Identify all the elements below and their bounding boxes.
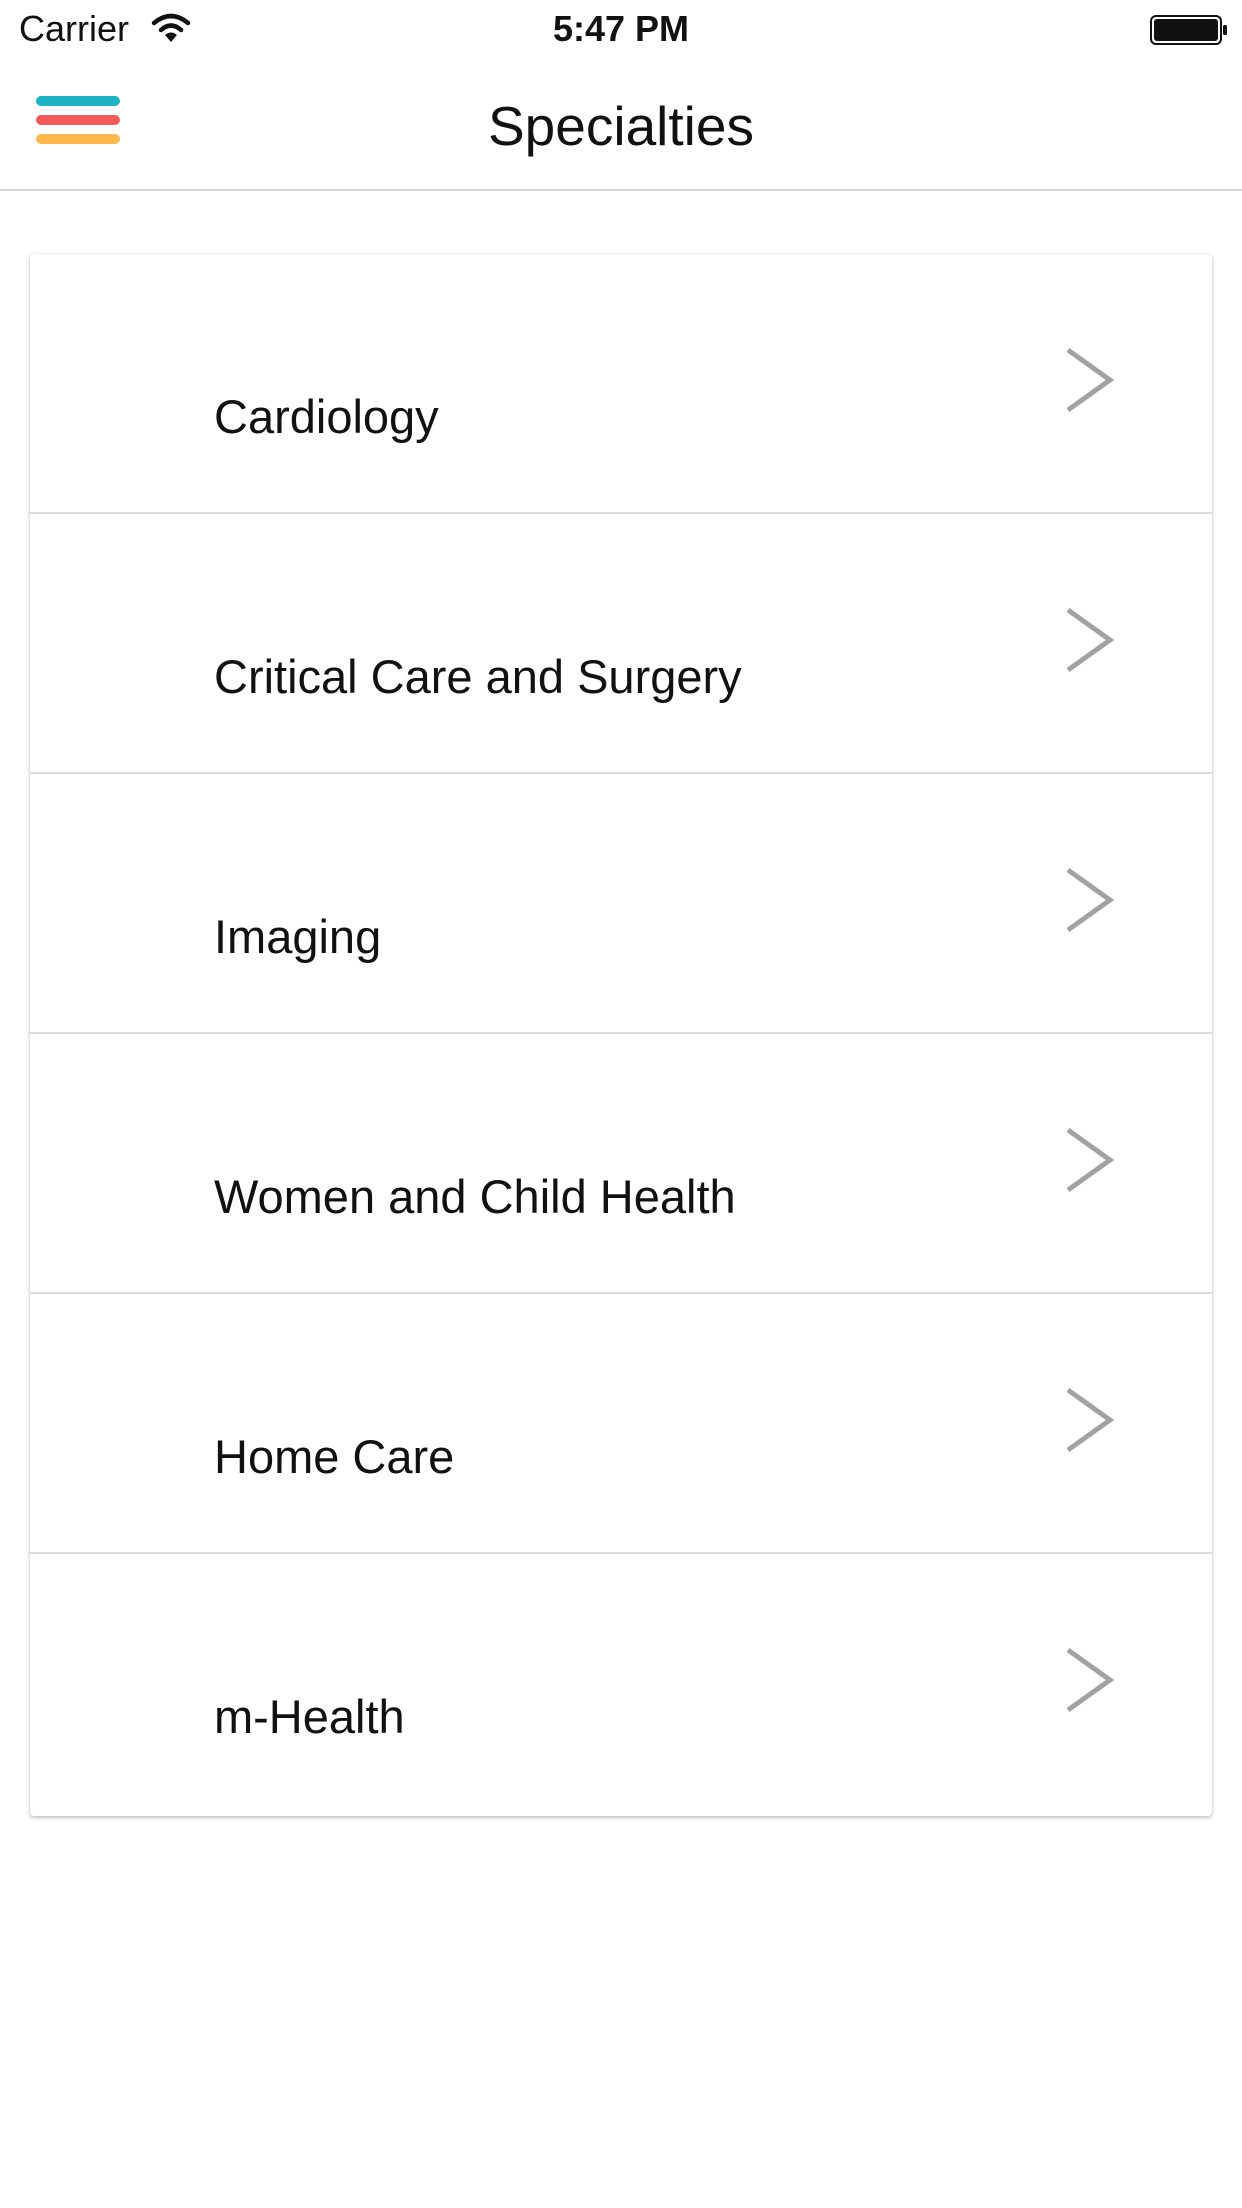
list-item-m-health[interactable]: m-Health [30, 1554, 1212, 1814]
list-item-label: Cardiology [214, 390, 439, 443]
nav-bar: Specialties [0, 62, 1242, 191]
chevron-right-icon [1066, 1387, 1115, 1453]
battery-icon [1150, 15, 1227, 45]
status-bar: Carrier 5:47 PM [0, 0, 1242, 62]
list-item-label: m-Health [214, 1690, 405, 1743]
list-item-critical-care-and-surgery[interactable]: Critical Care and Surgery [30, 514, 1212, 774]
chevron-right-icon [1066, 607, 1115, 673]
chevron-right-icon [1066, 867, 1115, 933]
list-item-label: Home Care [214, 1430, 455, 1483]
list-item-women-and-child-health[interactable]: Women and Child Health [30, 1034, 1212, 1294]
chevron-right-icon [1066, 1647, 1115, 1713]
specialties-list: Cardiology Critical Care and Surgery Ima… [30, 254, 1212, 1816]
list-item-label: Imaging [214, 910, 382, 963]
page-title: Specialties [488, 95, 754, 157]
list-item-imaging[interactable]: Imaging [30, 774, 1212, 1034]
list-item-home-care[interactable]: Home Care [30, 1294, 1212, 1554]
status-time: 5:47 PM [552, 8, 690, 49]
list-item-label: Women and Child Health [214, 1170, 736, 1223]
list-item-label: Critical Care and Surgery [214, 650, 742, 703]
chevron-right-icon [1066, 1127, 1115, 1193]
list-item-cardiology[interactable]: Cardiology [30, 254, 1212, 514]
chevron-right-icon [1066, 347, 1115, 413]
